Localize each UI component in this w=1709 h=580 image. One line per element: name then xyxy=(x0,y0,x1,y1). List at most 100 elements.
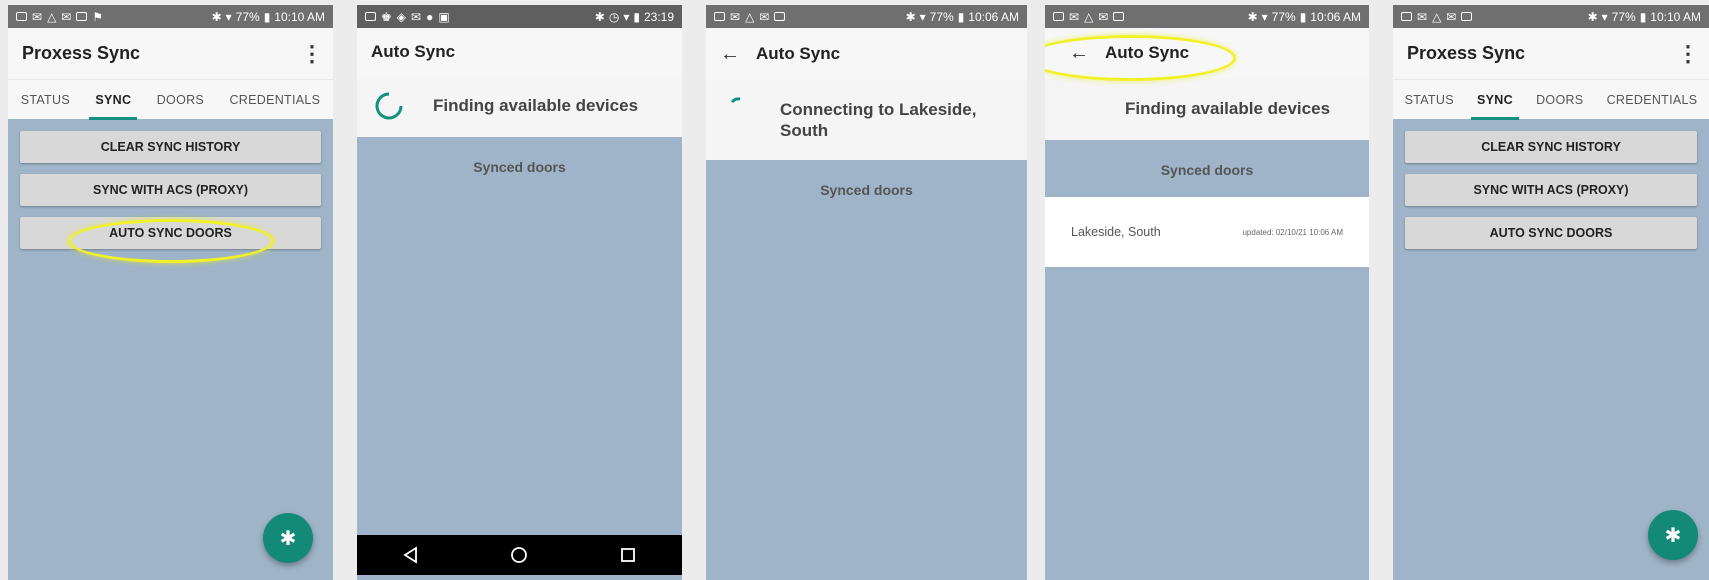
tab-status[interactable]: STATUS xyxy=(15,80,76,120)
wifi-icon: ▾ xyxy=(225,9,232,24)
gmail-icon: ✉ xyxy=(759,9,770,24)
clear-sync-history-button[interactable]: CLEAR SYNC HISTORY xyxy=(20,131,321,163)
status-time: 10:06 AM xyxy=(968,9,1019,24)
battery-icon: ▮ xyxy=(633,9,640,24)
back-triangle-icon[interactable] xyxy=(402,546,420,564)
bluetooth-icon: ✱ xyxy=(279,527,297,550)
app-title: Auto Sync xyxy=(371,41,456,61)
bluetooth-fab[interactable]: ✱ xyxy=(1648,510,1698,560)
message-icon xyxy=(16,12,27,21)
screen-auto-sync-synced: ✉ △ ✉ ✱ ▾ 77% ▮ 10:06 AM ← Auto Sync Fin… xyxy=(1045,5,1369,580)
status-message: Finding available devices xyxy=(1125,99,1331,118)
synced-doors-label: Synced doors xyxy=(473,159,566,175)
tab-doors[interactable]: DOORS xyxy=(1530,80,1589,120)
synced-door-row[interactable]: Lakeside, South updated: 02/10/21 10:06 … xyxy=(1045,197,1369,267)
auto-sync-doors-button[interactable]: AUTO SYNC DOORS xyxy=(20,217,321,249)
sync-with-acs-button[interactable]: SYNC WITH ACS (PROXY) xyxy=(1405,174,1697,206)
app-bar: Proxess Sync ⋮ xyxy=(1393,28,1709,79)
status-time: 10:06 AM xyxy=(1310,9,1361,24)
drive-icon: △ xyxy=(1432,9,1442,24)
alarm-icon: ◷ xyxy=(608,9,620,24)
app-icon xyxy=(76,12,88,21)
app-title: Auto Sync xyxy=(756,44,841,63)
synced-doors-label: Synced doors xyxy=(1160,162,1254,178)
back-arrow-icon[interactable]: ← xyxy=(720,43,756,66)
screen-sync-tab: ✉ △ ✉ ⚑ ✱ ▾ 77% ▮ 10:10 AM Proxess Sync … xyxy=(8,5,333,580)
sync-status-header: Finding available devices xyxy=(1045,78,1369,140)
tab-doors[interactable]: DOORS xyxy=(151,80,210,120)
bluetooth-fab[interactable]: ✱ xyxy=(263,513,313,563)
gmail-icon: ✉ xyxy=(1446,9,1457,24)
bluetooth-status-icon: ✱ xyxy=(1247,9,1258,24)
gmail-icon: ✉ xyxy=(1098,9,1109,24)
drive-icon: △ xyxy=(1084,9,1094,24)
app-icon xyxy=(1113,12,1125,21)
gmail-icon: ✉ xyxy=(32,9,43,24)
mail-icon: ✉ xyxy=(411,9,422,24)
app-title: Proxess Sync xyxy=(1407,43,1526,63)
battery-icon: ▮ xyxy=(1639,9,1647,24)
sync-with-acs-button[interactable]: SYNC WITH ACS (PROXY) xyxy=(20,174,321,206)
alert-icon: ● xyxy=(426,9,434,24)
message-icon xyxy=(365,12,376,21)
message-icon xyxy=(1053,12,1064,21)
app-bar: ← Auto Sync xyxy=(706,28,1027,80)
tab-sync[interactable]: SYNC xyxy=(89,80,138,120)
bluetooth-status-icon: ✱ xyxy=(1587,9,1598,24)
app-icon: ♚ xyxy=(381,9,392,24)
notification-icons: ✉ △ ✉ xyxy=(1401,9,1473,24)
tab-credentials[interactable]: CREDENTIALS xyxy=(223,80,326,120)
status-message: Finding available devices xyxy=(433,96,639,115)
auto-sync-doors-button[interactable]: AUTO SYNC DOORS xyxy=(1405,217,1697,249)
loading-spinner-icon xyxy=(375,92,403,120)
gmail-icon: ✉ xyxy=(1069,9,1080,24)
battery-level: 77% xyxy=(929,9,954,24)
app-title: Auto Sync xyxy=(1105,43,1190,62)
home-circle-icon[interactable] xyxy=(510,546,528,564)
status-time: 23:19 xyxy=(643,9,674,24)
shield-icon: ◈ xyxy=(396,9,406,24)
status-message: Connecting to Lakeside, South xyxy=(780,100,977,140)
door-updated-time: updated: 02/10/21 10:06 AM xyxy=(1242,227,1343,237)
drive-icon: △ xyxy=(47,9,57,24)
bluetooth-status-icon: ✱ xyxy=(594,9,605,24)
recents-square-icon[interactable] xyxy=(619,546,637,564)
app-bar: ← Auto Sync xyxy=(1045,28,1369,78)
battery-level: 77% xyxy=(235,9,260,24)
tab-credentials[interactable]: CREDENTIALS xyxy=(1601,80,1704,120)
notification-icons: ♚ ◈ ✉ ● ▣ xyxy=(365,10,450,24)
back-arrow-icon[interactable]: ← xyxy=(1069,42,1105,65)
battery-level: 77% xyxy=(1271,9,1296,24)
message-icon xyxy=(1401,12,1412,21)
screen-auto-sync-connecting: ✉ △ ✉ ✱ ▾ 77% ▮ 10:06 AM ← Auto Sync Con… xyxy=(706,5,1027,580)
app-icon xyxy=(1461,12,1473,21)
status-time: 10:10 AM xyxy=(274,9,325,24)
notification-icons: ✉ △ ✉ xyxy=(1053,9,1125,24)
wifi-icon: ▾ xyxy=(1261,9,1268,24)
tab-bar: STATUS SYNC DOORS CREDENTIALS xyxy=(8,79,333,120)
tab-sync[interactable]: SYNC xyxy=(1471,80,1519,120)
more-vert-icon[interactable]: ⋮ xyxy=(301,42,323,65)
sync-actions: CLEAR SYNC HISTORY SYNC WITH ACS (PROXY)… xyxy=(1393,119,1709,272)
battery-icon: ▮ xyxy=(957,9,965,24)
door-name: Lakeside, South xyxy=(1071,225,1161,239)
more-vert-icon[interactable]: ⋮ xyxy=(1677,42,1699,65)
status-bar: ✉ △ ✉ ✱ ▾ 77% ▮ 10:06 AM xyxy=(1045,5,1369,28)
tab-bar: STATUS SYNC DOORS CREDENTIALS xyxy=(1393,79,1709,120)
loading-spinner-icon xyxy=(730,97,741,104)
battery-level: 77% xyxy=(1611,9,1636,24)
tab-status[interactable]: STATUS xyxy=(1399,80,1460,120)
clear-sync-history-button[interactable]: CLEAR SYNC HISTORY xyxy=(1405,131,1697,163)
sync-status-header: Connecting to Lakeside, South xyxy=(706,80,1027,160)
gmail-icon: ✉ xyxy=(730,9,741,24)
bluetooth-status-icon: ✱ xyxy=(211,9,222,24)
app-title: Proxess Sync xyxy=(22,43,141,63)
wifi-icon: ▾ xyxy=(919,9,926,24)
drive-icon: △ xyxy=(745,9,755,24)
sync-status-header: Finding available devices xyxy=(357,75,682,137)
battery-icon: ▮ xyxy=(1299,9,1307,24)
status-bar: ✉ △ ✉ ✱ ▾ 77% ▮ 10:10 AM xyxy=(1393,5,1709,28)
status-bar: ♚ ◈ ✉ ● ▣ ✱ ◷ ▾ ▮ 23:19 xyxy=(357,5,682,28)
gmail-icon: ✉ xyxy=(61,9,72,24)
signal-app-icon: ⚑ xyxy=(92,9,104,24)
